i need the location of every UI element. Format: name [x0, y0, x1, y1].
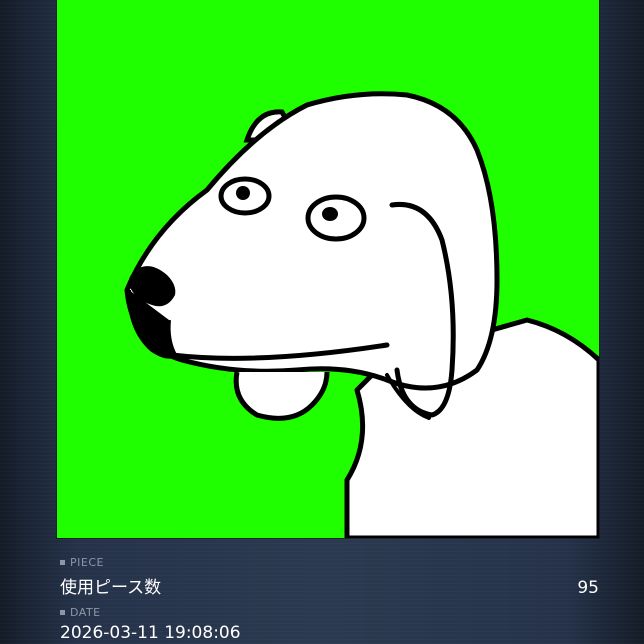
- date-section: DATE 2026-03-11 19:08:06: [60, 606, 600, 643]
- puzzle-detail-screen: PIECE 使用ピース数 95 DATE 2026-03-11 19:08:06: [0, 0, 644, 644]
- square-bullet-icon: [60, 560, 65, 565]
- piece-label: PIECE: [60, 556, 600, 569]
- piece-label-text: PIECE: [70, 556, 104, 569]
- piece-row: 使用ピース数 95: [60, 573, 600, 598]
- date-value: 2026-03-11 19:08:06: [60, 623, 241, 643]
- date-row: 2026-03-11 19:08:06: [60, 623, 600, 643]
- date-label: DATE: [60, 606, 600, 619]
- piece-count: 95: [577, 578, 599, 598]
- date-label-text: DATE: [70, 606, 101, 619]
- piece-title: 使用ピース数: [60, 578, 162, 598]
- dog-illustration: [57, 0, 599, 538]
- artwork-image: [57, 0, 599, 538]
- square-bullet-icon: [60, 610, 65, 615]
- piece-section: PIECE 使用ピース数 95: [60, 556, 600, 598]
